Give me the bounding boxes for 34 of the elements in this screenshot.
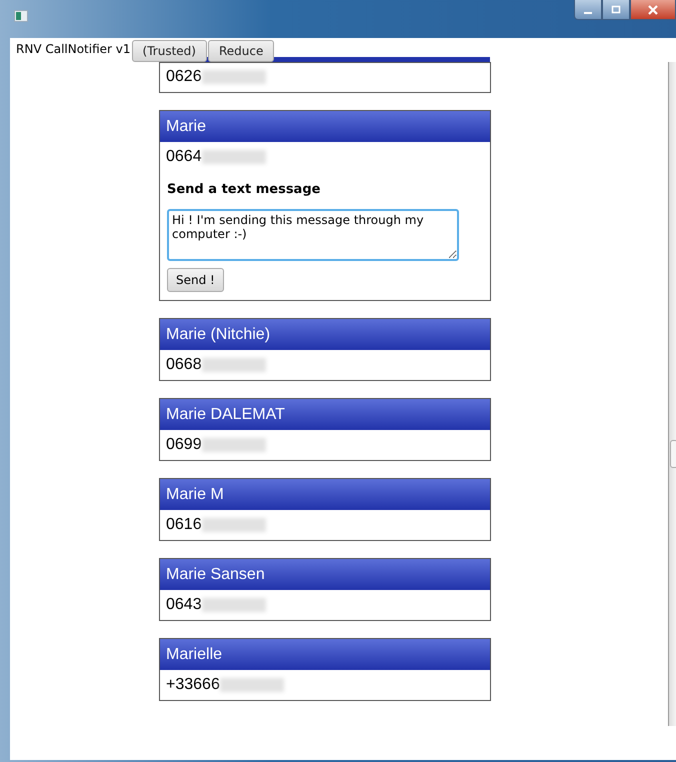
app-label: RNV CallNotifier v1 [16, 42, 131, 56]
blurred-digits [202, 438, 266, 452]
message-field[interactable]: Hi ! I'm sending this message through my computer :-) [167, 209, 459, 261]
toolbar-button[interactable]: (Trusted) [132, 40, 207, 62]
scrollbar[interactable] [668, 62, 676, 726]
blurred-digits [220, 678, 284, 692]
blurred-digits [202, 518, 266, 532]
contact-header[interactable]: Marie [160, 111, 490, 142]
phone-number: +33666 [166, 676, 220, 694]
blurred-digits [202, 598, 266, 612]
contact-header[interactable]: Marie (Nitchie) [160, 319, 490, 350]
phone-number: 0668 [166, 356, 202, 374]
phone-number: 0643 [166, 596, 202, 614]
close-button[interactable] [630, 0, 676, 20]
phone-number: 0616 [166, 516, 202, 534]
sms-heading: Send a text message [167, 182, 322, 197]
phone-number: 0699 [166, 436, 202, 454]
contact-header[interactable]: Marie Sansen [160, 559, 490, 590]
contact-header[interactable]: Marie M [160, 479, 490, 510]
minimize-button[interactable] [574, 0, 602, 20]
toolbar-button[interactable]: Reduce [208, 40, 274, 62]
phone-number: 0664 [166, 148, 202, 166]
maximize-button[interactable] [602, 0, 630, 20]
contact-header[interactable]: Marie DALEMAT [160, 399, 490, 430]
contact-header[interactable]: Marielle [160, 639, 490, 670]
blurred-digits [202, 70, 266, 84]
close-icon [646, 4, 660, 14]
app-icon [14, 10, 28, 22]
phone-number: 0626 [166, 68, 202, 86]
maximize-icon [610, 4, 622, 14]
blurred-digits [202, 358, 266, 372]
blurred-digits [202, 150, 266, 164]
send-button[interactable]: Send ! [167, 268, 224, 292]
minimize-icon [584, 12, 592, 14]
